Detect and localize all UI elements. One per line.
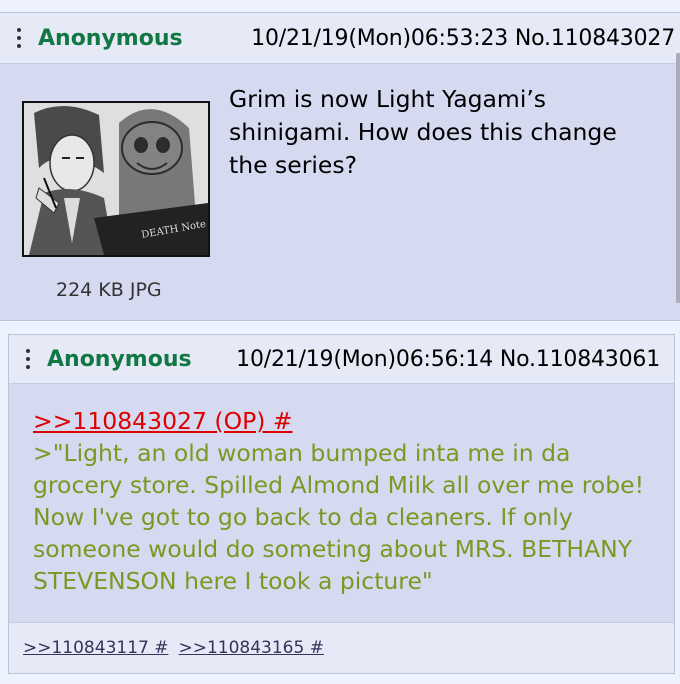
post-menu-icon[interactable] <box>23 349 33 369</box>
poster-name: Anonymous <box>38 25 183 51</box>
file-info[interactable]: 224 KB JPG <box>56 279 162 301</box>
greentext: >"Light, an old woman bumped inta me in … <box>33 439 645 595</box>
scrollbar[interactable] <box>676 53 680 303</box>
post-header: Anonymous 10/21/19(Mon)06:53:23 No.11084… <box>0 13 680 64</box>
post-menu-icon[interactable] <box>14 28 24 48</box>
reply-backlinks: >>110843117 # >>110843165 # <box>9 622 674 673</box>
post-comment: Grim is now Light Yagami’s shinigami. Ho… <box>229 85 617 179</box>
reply-link[interactable]: >>110843165 # <box>178 638 323 658</box>
quote-link[interactable]: >>110843027 (OP) # <box>33 407 293 435</box>
post-date-number[interactable]: 10/21/19(Mon)06:53:23 No.110843027 <box>251 26 675 51</box>
post-comment: >>110843027 (OP) # >"Light, an old woman… <box>33 405 663 597</box>
post-thumbnail-image[interactable]: DEATH Note <box>22 101 210 257</box>
post-header: Anonymous 10/21/19(Mon)06:56:14 No.11084… <box>9 335 674 384</box>
post-reply: Anonymous 10/21/19(Mon)06:56:14 No.11084… <box>8 334 675 674</box>
reply-link[interactable]: >>110843117 # <box>23 638 168 658</box>
post-date-number[interactable]: 10/21/19(Mon)06:56:14 No.110843061 <box>236 347 660 372</box>
poster-name: Anonymous <box>47 346 192 372</box>
post-op: Anonymous 10/21/19(Mon)06:53:23 No.11084… <box>0 12 680 321</box>
